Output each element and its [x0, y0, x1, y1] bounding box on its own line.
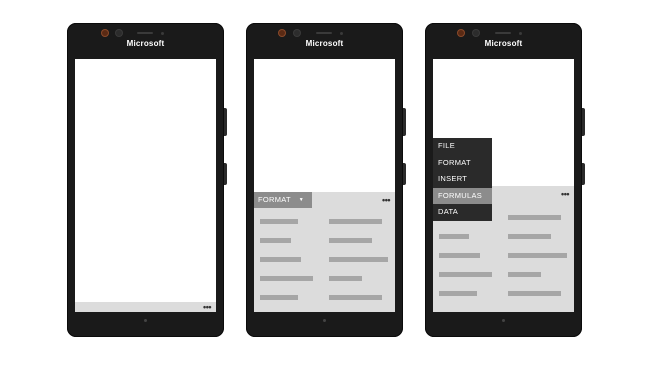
- earpiece-speaker: [316, 32, 332, 34]
- caret-down-icon: ▼: [298, 197, 304, 203]
- sensor-icon: [116, 30, 122, 36]
- volume-button: [224, 163, 227, 185]
- menu-item-data[interactable]: DATA: [433, 204, 492, 221]
- content-placeholder: [439, 234, 469, 239]
- volume-button: [403, 163, 406, 185]
- content-placeholder: [439, 253, 480, 258]
- brand-label: Microsoft: [126, 39, 165, 48]
- content-placeholder: [329, 219, 382, 224]
- home-indicator-icon: [323, 319, 326, 322]
- more-options-icon[interactable]: •••: [561, 190, 569, 199]
- earpiece-speaker: [137, 32, 153, 34]
- content-placeholder: [508, 215, 561, 220]
- front-camera-icon: [279, 30, 285, 36]
- content-placeholder: [329, 276, 362, 281]
- content-placeholder: [260, 257, 301, 262]
- volume-button: [582, 163, 585, 185]
- content-placeholder: [439, 291, 477, 296]
- content-placeholder: [508, 253, 567, 258]
- power-button: [224, 108, 227, 136]
- more-options-icon[interactable]: •••: [382, 196, 390, 205]
- menu-item-formulas[interactable]: FORMULAS: [433, 187, 492, 204]
- earpiece-speaker: [495, 32, 511, 34]
- ribbon-button-label: FORMAT: [258, 195, 291, 204]
- content-placeholder: [439, 272, 492, 277]
- menu-item-format[interactable]: FORMAT: [433, 155, 492, 172]
- format-ribbon-button[interactable]: FORMAT ▼: [254, 192, 312, 208]
- phone-1: Microsoft •••: [67, 23, 227, 337]
- content-placeholder: [508, 291, 561, 296]
- power-button: [582, 108, 585, 136]
- more-options-icon[interactable]: •••: [203, 303, 211, 312]
- proximity-sensor: [519, 32, 522, 35]
- front-camera-icon: [102, 30, 108, 36]
- brand-label: Microsoft: [305, 39, 344, 48]
- home-indicator-icon: [144, 319, 147, 322]
- content-placeholder: [260, 219, 298, 224]
- ribbon-panel: FORMAT ▼ •••: [254, 192, 395, 312]
- content-placeholder: [329, 295, 382, 300]
- brand-label: Microsoft: [484, 39, 523, 48]
- screen: ••• FILE FORMAT INSERT FORMULAS DATA: [433, 59, 574, 312]
- home-indicator-icon: [502, 319, 505, 322]
- content-placeholder: [260, 276, 313, 281]
- power-button: [403, 108, 406, 136]
- content-placeholder: [260, 295, 298, 300]
- screen: FORMAT ▼ •••: [254, 59, 395, 312]
- menu-item-insert[interactable]: INSERT: [433, 171, 492, 188]
- content-placeholder: [329, 238, 372, 243]
- content-placeholder: [329, 257, 388, 262]
- front-camera-icon: [458, 30, 464, 36]
- content-placeholder: [260, 238, 291, 243]
- sensor-icon: [294, 30, 300, 36]
- content-placeholder: [508, 234, 551, 239]
- phone-3: Microsoft ••• FILE FORMAT INSERT FORMULA…: [425, 23, 585, 337]
- menu-item-file[interactable]: FILE: [433, 138, 492, 155]
- proximity-sensor: [340, 32, 343, 35]
- app-bar-collapsed[interactable]: •••: [75, 302, 216, 312]
- proximity-sensor: [161, 32, 164, 35]
- phone-2: Microsoft FORMAT ▼ •••: [246, 23, 406, 337]
- ribbon-dropdown-menu: FILE FORMAT INSERT FORMULAS DATA: [433, 138, 492, 221]
- content-placeholder: [508, 272, 541, 277]
- screen: •••: [75, 59, 216, 312]
- sensor-icon: [473, 30, 479, 36]
